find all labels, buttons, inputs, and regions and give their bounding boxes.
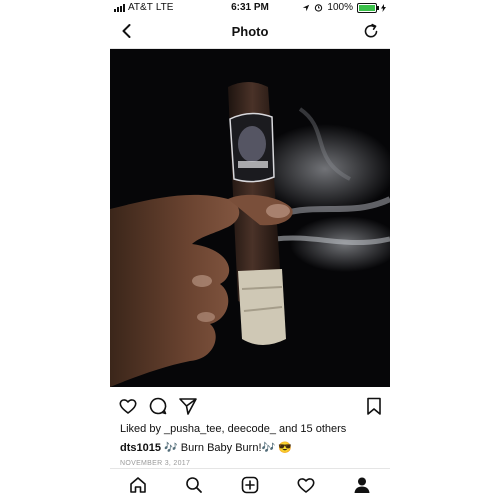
post-actions — [110, 396, 390, 418]
alarm-icon — [315, 4, 323, 12]
search-icon[interactable] — [184, 475, 204, 495]
activity-heart-icon[interactable] — [296, 475, 316, 495]
charging-icon — [381, 3, 386, 12]
cigar-photo-image — [110, 49, 390, 387]
caption-text: 🎶 Burn Baby Burn!🎶 😎 — [164, 442, 292, 454]
bookmark-icon[interactable] — [364, 396, 384, 416]
likes-summary[interactable]: Liked by _pusha_tee, deecode_ and 15 oth… — [120, 423, 346, 435]
caption-username[interactable]: dts1015 — [120, 442, 161, 454]
post-photo[interactable] — [110, 49, 390, 387]
battery-icon — [357, 2, 379, 13]
add-post-icon[interactable] — [240, 475, 260, 495]
profile-icon[interactable] — [352, 475, 372, 495]
home-icon[interactable] — [128, 475, 148, 495]
phone-screen: AT&T LTE 6:31 PM 100% Photo Liked by _pu… — [110, 0, 390, 501]
refresh-icon[interactable] — [362, 22, 380, 40]
status-right: 100% — [302, 2, 386, 13]
comment-icon[interactable] — [148, 396, 168, 416]
status-bar: AT&T LTE 6:31 PM 100% — [110, 0, 390, 16]
page-title: Photo — [231, 24, 269, 39]
heart-icon[interactable] — [118, 396, 138, 416]
location-arrow-icon — [303, 4, 310, 11]
bottom-tab-bar — [110, 468, 390, 501]
battery-percent: 100% — [327, 2, 353, 13]
nav-bar: Photo — [110, 16, 390, 49]
post-caption: dts1015 🎶 Burn Baby Burn!🎶 😎 — [120, 441, 292, 454]
share-icon[interactable] — [178, 396, 198, 416]
post-date: NOVEMBER 3, 2017 — [120, 460, 191, 467]
